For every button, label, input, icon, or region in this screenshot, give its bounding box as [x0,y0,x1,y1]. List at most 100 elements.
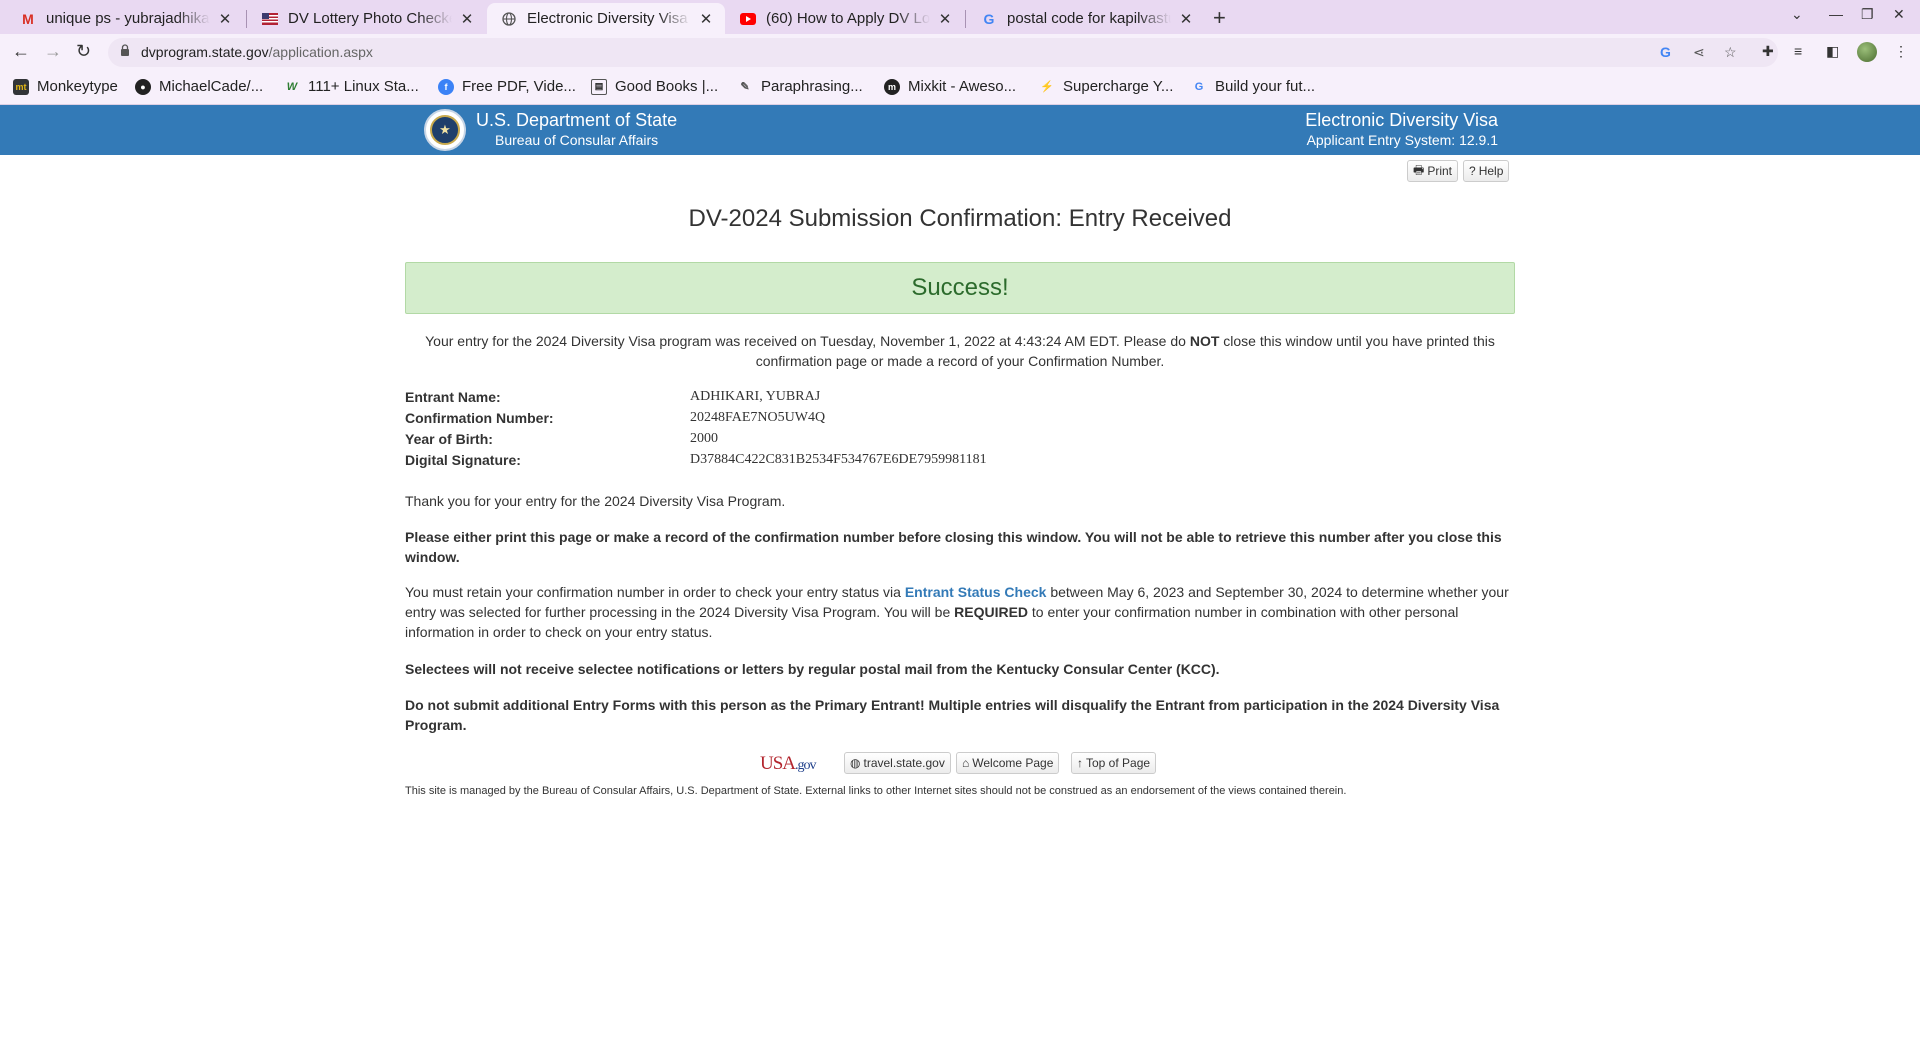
tab-edv-active[interactable]: Electronic Diversity Visa P ✕ [487,3,725,34]
bookmark-monkeytype[interactable]: mt Monkeytype [13,78,118,95]
print-button[interactable]: 🖶 Print [1407,160,1459,182]
side-panel-icon[interactable]: ◧ [1826,43,1839,60]
google-icon: G [983,10,995,27]
tab-title: Electronic Diversity Visa P [527,10,691,27]
tab-gmail[interactable]: M unique ps - yubrajadhikari ✕ [6,3,244,34]
print-label: Print [1427,164,1453,178]
thank-you-text: Thank you for your entry for the 2024 Di… [405,493,786,509]
no-additional-entries-text: Do not submit additional Entry Forms wit… [405,697,1500,733]
bookmark-build[interactable]: G Build your fut... [1191,78,1315,95]
bookmark-label: Good Books |... [615,78,719,95]
tab-photo-checker[interactable]: DV Lottery Photo Checker ✕ [248,3,486,34]
mixkit-icon: m [884,78,900,95]
entrant-name-value: ADHIKARI, YUBRAJ [690,389,821,404]
bookmark-paraphrasing[interactable]: ✎ Paraphrasing... [737,78,863,95]
bookmark-star-icon[interactable]: ☆ [1724,44,1737,61]
bookmark-supercharge[interactable]: ⚡ Supercharge Y... [1039,78,1173,95]
system-title: Electronic Diversity Visa [1305,110,1498,130]
close-tab-icon[interactable]: ✕ [458,10,476,28]
tab-divider [965,10,966,28]
tab-title: (60) How to Apply DV Lott [766,10,930,27]
bookmark-label: Monkeytype [37,78,118,95]
forward-icon[interactable]: → [44,41,62,62]
confirmation-number-value: 20248FAE7NO5UW4Q [690,410,826,425]
back-icon[interactable]: ← [12,41,30,62]
bookmark-michaelcade[interactable]: ● MichaelCade/... [135,78,263,95]
bookmark-label: Build your fut... [1215,78,1316,95]
menu-kebab-icon[interactable]: ⋮ [1894,43,1908,60]
help-button[interactable]: ? Help [1463,160,1510,182]
profile-avatar[interactable] [1857,42,1877,62]
tab-google[interactable]: G postal code for kapilvastu ✕ [967,3,1205,34]
restore-icon[interactable]: ❐ [1861,6,1874,23]
bookmark-label: Supercharge Y... [1063,78,1174,95]
github-icon: ● [135,78,151,95]
gmail-icon: M [22,10,34,27]
page-title: DV-2024 Submission Confirmation: Entry R… [688,205,1232,232]
bookmark-label: MichaelCade/... [159,78,264,95]
bookmark-mixkit[interactable]: m Mixkit - Aweso... [884,78,1016,95]
bureau-name: Bureau of Consular Affairs [495,132,659,148]
close-tab-icon[interactable]: ✕ [1177,10,1195,28]
share-icon[interactable]: ⋖ [1693,44,1705,61]
arrow-up-icon: ↑ [1077,756,1083,770]
address-bar[interactable]: dvprogram.state.gov/application.aspx G ⋖… [108,38,1778,67]
confirmation-number-label: Confirmation Number: [405,410,554,426]
top-label: Top of Page [1086,756,1151,770]
tab-youtube[interactable]: (60) How to Apply DV Lott ✕ [726,3,964,34]
entry-received-message: Your entry for the 2024 Diversity Visa p… [425,333,1495,369]
print-warning-text: Please either print this page or make a … [405,529,1502,565]
book-icon: ▤ [591,78,607,95]
minimize-icon[interactable]: — [1829,6,1843,22]
linux-site-icon: W [286,80,298,93]
close-tab-icon[interactable]: ✕ [936,10,954,28]
bookmark-good-books[interactable]: ▤ Good Books |... [591,78,718,95]
close-tab-icon[interactable]: ✕ [697,10,715,28]
home-icon: ⌂ [962,756,970,770]
bookmark-linux[interactable]: W 111+ Linux Sta... [284,78,419,95]
close-window-icon[interactable]: ✕ [1893,6,1905,23]
pdf-site-icon: f [438,78,454,95]
globe-icon [501,11,517,27]
bookmark-free-pdf[interactable]: f Free PDF, Vide... [438,78,576,95]
entry-details: Entrant Name: ADHIKARI, YUBRAJ Confirmat… [405,389,1515,473]
new-tab-icon[interactable]: + [1213,5,1226,31]
site-header-banner: ★ U.S. Department of State Bureau of Con… [0,105,1920,155]
entrant-status-check-link[interactable]: Entrant Status Check [905,584,1047,600]
close-tab-icon[interactable]: ✕ [216,10,234,28]
media-icon[interactable]: ≡ [1794,43,1802,59]
google-lens-icon[interactable]: G [1660,44,1671,60]
url-text: dvprogram.state.gov/application.aspx [141,44,373,60]
digital-signature-row: Digital Signature: D37884C422C831B2534F5… [405,452,1515,473]
usa-gov-logo[interactable]: USA.gov [760,753,816,777]
bookmark-label: Paraphrasing... [761,78,863,95]
confirmation-number-row: Confirmation Number: 20248FAE7NO5UW4Q [405,410,1515,431]
entrant-name-label: Entrant Name: [405,389,501,405]
department-name: U.S. Department of State [476,110,678,130]
year-of-birth-row: Year of Birth: 2000 [405,431,1515,452]
tab-strip: M unique ps - yubrajadhikari ✕ DV Lotter… [0,0,1920,34]
question-circle-icon: ? [1469,164,1476,178]
extensions-icon[interactable]: ✚ [1762,43,1774,60]
quill-icon: ✎ [740,81,750,93]
lock-icon [121,44,129,56]
help-label: Help [1478,164,1504,178]
globe-icon: ◍ [850,756,861,770]
top-of-page-button[interactable]: ↑ Top of Page [1071,752,1157,774]
google-icon: G [1194,80,1204,93]
printer-icon: 🖶 [1413,162,1425,177]
retain-confirmation-text: You must retain your confirmation number… [405,584,1509,640]
travel-state-gov-button[interactable]: ◍ travel.state.gov [844,752,951,774]
year-of-birth-value: 2000 [690,431,718,446]
reload-icon[interactable]: ↻ [76,41,91,62]
tab-search-chevron-icon[interactable]: ⌄ [1791,6,1803,23]
digital-signature-value: D37884C422C831B2534F534767E6DE7959981181 [690,452,987,467]
welcome-label: Welcome Page [972,756,1054,770]
bookmark-label: 111+ Linux Sta... [308,78,419,95]
monkeytype-icon: mt [13,78,29,95]
browser-toolbar: ← → ↻ dvprogram.state.gov/application.as… [0,34,1920,71]
tab-title: DV Lottery Photo Checker [288,10,452,27]
welcome-page-button[interactable]: ⌂ Welcome Page [956,752,1060,774]
lightning-icon: ⚡ [1040,81,1054,93]
selectees-notice-text: Selectees will not receive selectee noti… [405,661,1220,677]
